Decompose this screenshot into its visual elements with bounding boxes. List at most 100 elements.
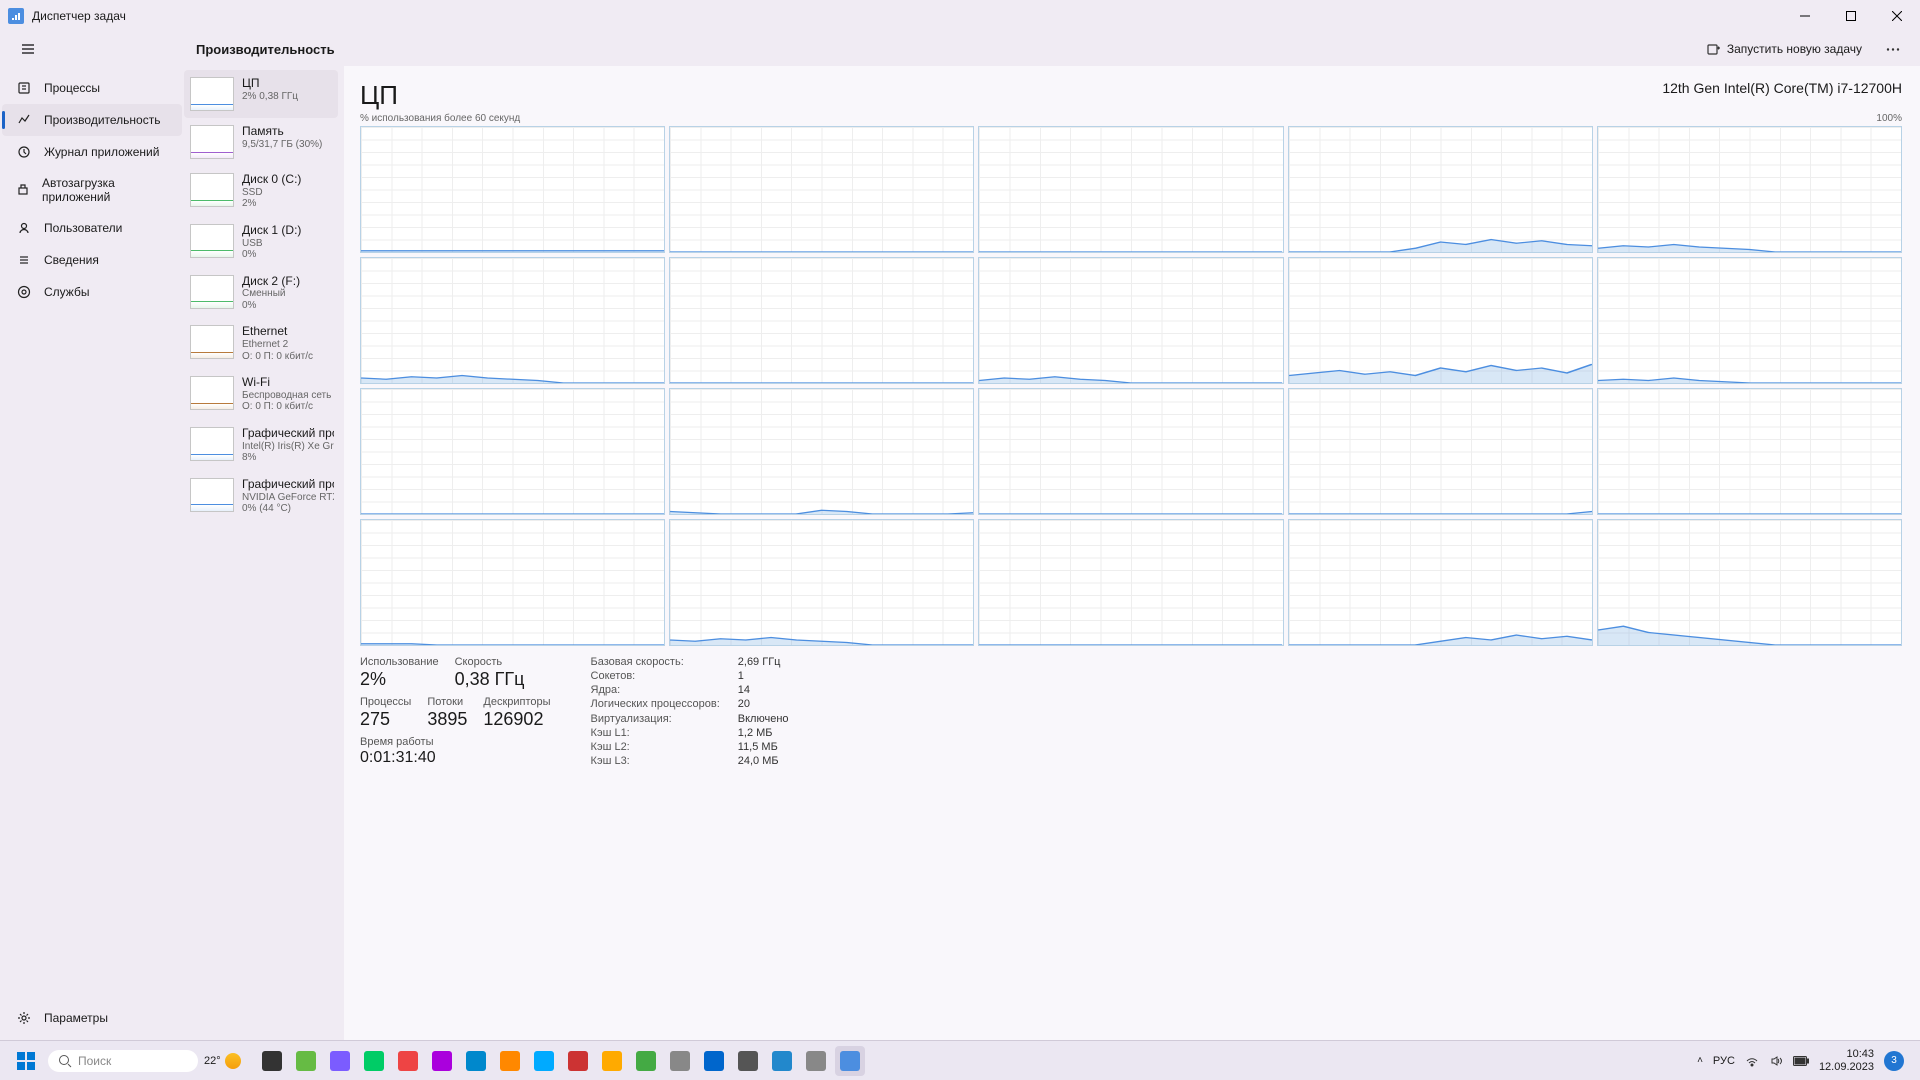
taskbar-app-8[interactable]: [529, 1046, 559, 1076]
core-cell-7: [669, 257, 974, 384]
nav-services[interactable]: Службы: [2, 276, 182, 308]
services-icon: [16, 284, 32, 300]
new-task-button[interactable]: Запустить новую задачу: [1697, 37, 1872, 61]
titlebar: Диспетчер задач: [0, 0, 1920, 32]
resource-cpu[interactable]: ЦП2% 0,38 ГГц: [184, 70, 338, 118]
resource-gpu0[interactable]: Графический проIntel(R) Iris(R) Xe Graph…: [184, 420, 338, 471]
taskbar-app-3[interactable]: [359, 1046, 389, 1076]
disk0-thumb: [190, 173, 234, 207]
wifi-thumb: [190, 376, 234, 410]
disk2-thumb: [190, 275, 234, 309]
core-cell-8: [978, 257, 1283, 384]
nav-processes[interactable]: Процессы: [2, 72, 182, 104]
core-cell-12: [669, 388, 974, 515]
nav-users[interactable]: Пользователи: [2, 212, 182, 244]
core-cell-1: [360, 126, 665, 253]
app-icon: [8, 8, 24, 24]
weather-widget[interactable]: 22°: [198, 1046, 247, 1076]
taskbar-app-13[interactable]: [699, 1046, 729, 1076]
taskbar-app-6[interactable]: [461, 1046, 491, 1076]
nav-startup[interactable]: Автозагрузка приложений: [2, 168, 182, 212]
taskbar-search[interactable]: Поиск: [48, 1050, 198, 1072]
new-task-label: Запустить новую задачу: [1727, 42, 1862, 56]
threads-value: 3895: [427, 709, 467, 730]
notification-badge[interactable]: 3: [1884, 1051, 1904, 1071]
spec-table: Базовая скорость:2,69 ГГц Сокетов:1 Ядра…: [591, 656, 789, 767]
taskbar: Поиск 22° ˄ РУС 10:43 12.09.2023 3: [0, 1040, 1920, 1080]
taskbar-app-15[interactable]: [767, 1046, 797, 1076]
core-cell-17: [669, 519, 974, 646]
nav-settings[interactable]: Параметры: [2, 1002, 182, 1034]
core-cell-15: [1597, 388, 1902, 515]
battery-icon[interactable]: [1793, 1056, 1809, 1066]
taskbar-app-7[interactable]: [495, 1046, 525, 1076]
nav-performance[interactable]: Производительность: [2, 104, 182, 136]
handles-value: 126902: [483, 709, 550, 730]
resource-disk1[interactable]: Диск 1 (D:)USB0%: [184, 217, 338, 268]
uptime-label: Время работы: [360, 736, 551, 748]
taskbar-app-4[interactable]: [393, 1046, 423, 1076]
core-cell-18: [978, 519, 1283, 646]
wifi-icon[interactable]: [1745, 1054, 1759, 1068]
taskbar-app-10[interactable]: [597, 1046, 627, 1076]
memory-thumb: [190, 125, 234, 159]
taskbar-app-16[interactable]: [801, 1046, 831, 1076]
window-title: Диспетчер задач: [32, 9, 126, 23]
details-icon: [16, 252, 32, 268]
resource-disk0[interactable]: Диск 0 (C:)SSD2%: [184, 166, 338, 217]
taskbar-app-17[interactable]: [835, 1046, 865, 1076]
uptime-value: 0:01:31:40: [360, 749, 551, 767]
gpu0-thumb: [190, 427, 234, 461]
resource-wifi[interactable]: Wi-FiБеспроводная сетьО: 0 П: 0 кбит/с: [184, 369, 338, 420]
resource-gpu1[interactable]: Графический проNVIDIA GeForce RTX 3070% …: [184, 471, 338, 522]
chart-caption-left: % использования более 60 секунд: [360, 113, 520, 124]
core-cell-6: [360, 257, 665, 384]
header: Производительность Запустить новую задач…: [0, 32, 1920, 66]
core-cell-20: [1597, 519, 1902, 646]
taskbar-app-1[interactable]: [291, 1046, 321, 1076]
sun-icon: [225, 1053, 241, 1069]
start-button[interactable]: [8, 1043, 44, 1079]
threads-label: Потоки: [427, 696, 467, 708]
core-cell-10: [1597, 257, 1902, 384]
hamburger-button[interactable]: [8, 32, 48, 66]
clock[interactable]: 10:43 12.09.2023: [1819, 1048, 1874, 1072]
resource-list: ЦП2% 0,38 ГГцПамять9,5/31,7 ГБ (30%)Диск…: [184, 66, 344, 1040]
resource-ethernet[interactable]: EthernetEthernet 2О: 0 П: 0 кбит/с: [184, 318, 338, 369]
taskbar-app-9[interactable]: [563, 1046, 593, 1076]
taskbar-app-5[interactable]: [427, 1046, 457, 1076]
performance-icon: [16, 112, 32, 128]
disk1-thumb: [190, 224, 234, 258]
core-cell-14: [1288, 388, 1593, 515]
nav-settings-label: Параметры: [44, 1011, 108, 1025]
page-title: Производительность: [196, 42, 335, 57]
taskbar-app-14[interactable]: [733, 1046, 763, 1076]
taskbar-app-12[interactable]: [665, 1046, 695, 1076]
nav-rail: ПроцессыПроизводительностьЖурнал приложе…: [0, 66, 184, 1040]
taskbar-app-0[interactable]: [257, 1046, 287, 1076]
taskbar-app-11[interactable]: [631, 1046, 661, 1076]
language-indicator[interactable]: РУС: [1713, 1055, 1735, 1067]
tray-chevron-icon[interactable]: ˄: [1697, 1055, 1703, 1066]
minimize-button[interactable]: [1782, 0, 1828, 32]
close-button[interactable]: [1874, 0, 1920, 32]
resource-memory[interactable]: Память9,5/31,7 ГБ (30%): [184, 118, 338, 166]
core-cell-13: [978, 388, 1283, 515]
app-history-icon: [16, 144, 32, 160]
core-grid: [360, 126, 1902, 646]
core-cell-4: [1288, 126, 1593, 253]
taskbar-app-2[interactable]: [325, 1046, 355, 1076]
usage-value: 2%: [360, 669, 439, 690]
search-icon: [58, 1054, 72, 1068]
handles-label: Дескрипторы: [483, 696, 550, 708]
nav-details[interactable]: Сведения: [2, 244, 182, 276]
core-cell-5: [1597, 126, 1902, 253]
nav-app-history[interactable]: Журнал приложений: [2, 136, 182, 168]
core-cell-9: [1288, 257, 1593, 384]
more-button[interactable]: [1878, 34, 1908, 64]
volume-icon[interactable]: [1769, 1054, 1783, 1068]
speed-label: Скорость: [455, 656, 525, 668]
ethernet-thumb: [190, 325, 234, 359]
maximize-button[interactable]: [1828, 0, 1874, 32]
resource-disk2[interactable]: Диск 2 (F:)Сменный0%: [184, 268, 338, 319]
